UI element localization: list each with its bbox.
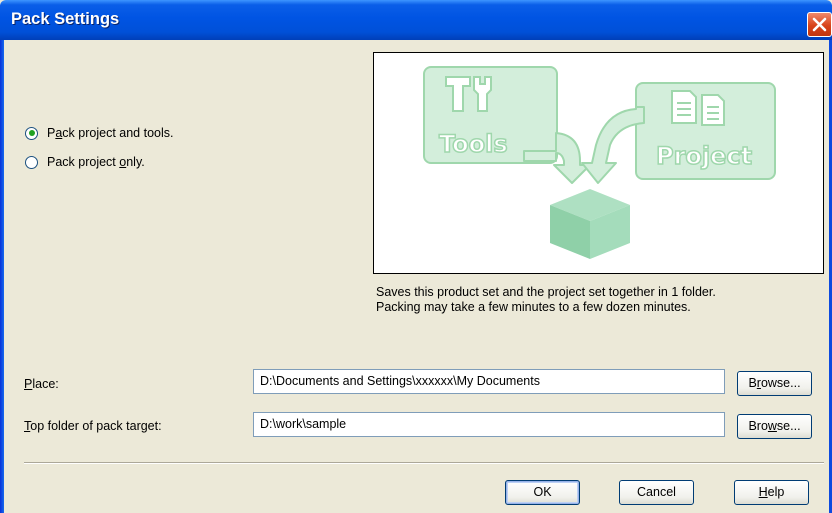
close-icon [812,17,827,32]
tools-bubble-icon: Tools [423,66,591,184]
title-bar[interactable]: Pack Settings [0,0,832,40]
radio-label-pack-project-and-tools: Pack project and tools. [47,126,174,140]
help-button[interactable]: Help [734,480,809,505]
window-frame-left [0,40,4,513]
window-title: Pack Settings [11,10,120,28]
package-box-icon [550,189,630,259]
radio-pack-project-and-tools[interactable]: Pack project and tools. [25,126,173,140]
pack-illustration: Tools Project [423,66,776,259]
place-browse-button[interactable]: Browse... [737,371,812,396]
pack-settings-dialog: Pack Settings Pack project and tools. Pa… [0,0,832,513]
top-folder-label: Top folder of pack target: [24,419,162,433]
place-label: Place: [24,377,59,391]
svg-text:Tools: Tools [439,130,508,158]
top-folder-browse-button[interactable]: Browse... [737,414,812,439]
place-input[interactable]: D:\Documents and Settings\xxxxxx\My Docu… [253,369,725,394]
pack-illustration-panel: Tools Project [373,52,824,274]
separator [24,462,824,464]
radio-button-selected[interactable] [25,126,38,140]
svg-text:Project: Project [656,142,752,170]
radio-label-pack-project-only: Pack project only. [47,155,145,169]
close-button[interactable] [807,12,832,37]
description-line-2: Packing may take a few minutes to a few … [376,300,691,314]
description-line-1: Saves this product set and the project s… [376,285,716,299]
top-folder-input[interactable]: D:\work\sample [253,412,725,437]
ok-button[interactable]: OK [505,480,580,505]
cancel-button[interactable]: Cancel [619,480,694,505]
radio-button-unselected[interactable] [25,155,38,169]
project-bubble-icon: Project [581,82,776,184]
radio-pack-project-only[interactable]: Pack project only. [25,155,145,169]
pack-description: Saves this product set and the project s… [376,285,716,315]
